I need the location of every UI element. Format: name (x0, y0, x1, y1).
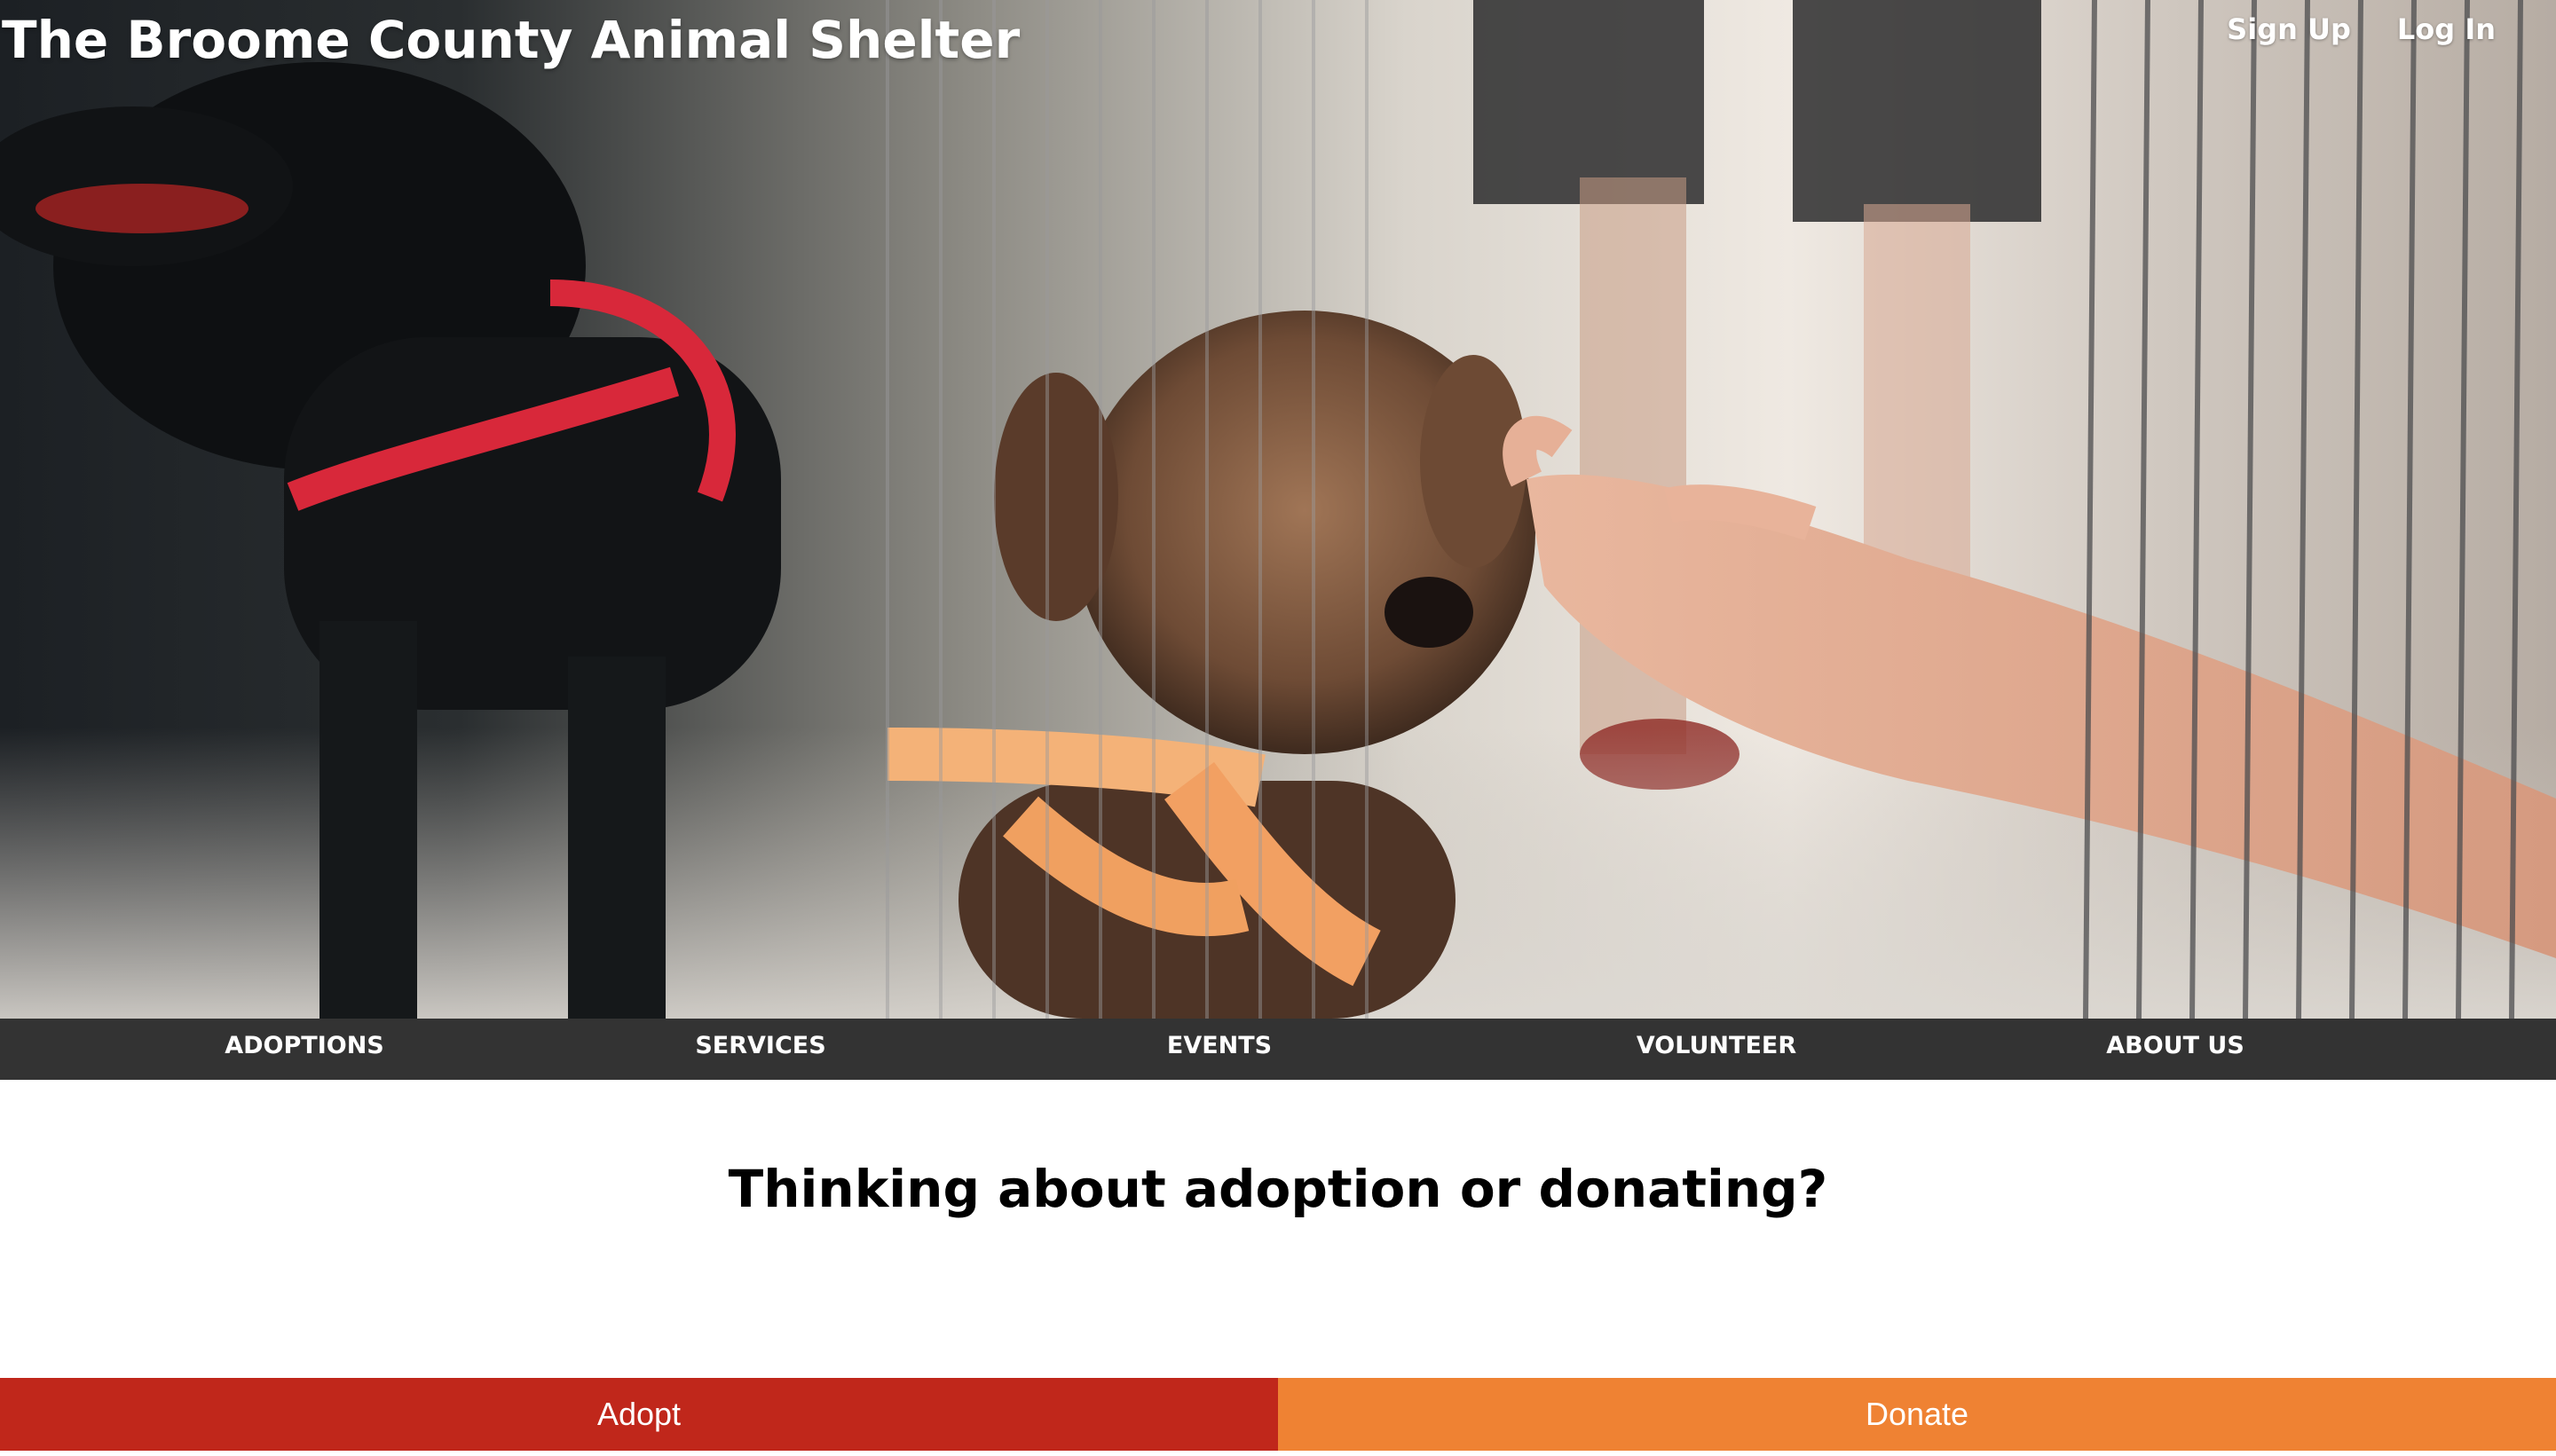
hero-photo (0, 0, 2556, 1019)
adoption-headline: Thinking about adoption or donating? (728, 1159, 1828, 1219)
donate-button[interactable]: Donate (1278, 1378, 2556, 1451)
auth-links: Sign Up Log In (2227, 9, 2496, 50)
site-title: The Broome County Animal Shelter (2, 10, 1021, 70)
nav-item-volunteer[interactable]: VOLUNTEER (1637, 1019, 1796, 1080)
main-nav: ADOPTIONS SERVICES EVENTS VOLUNTEER ABOU… (0, 1019, 2556, 1080)
hero-banner: The Broome County Animal Shelter Sign Up… (0, 0, 2556, 1019)
nav-item-services[interactable]: SERVICES (695, 1019, 825, 1080)
sign-up-link[interactable]: Sign Up (2227, 9, 2351, 50)
log-in-link[interactable]: Log In (2397, 9, 2496, 50)
nav-item-events[interactable]: EVENTS (1167, 1019, 1272, 1080)
nav-item-about-us[interactable]: ABOUT US (2106, 1019, 2244, 1080)
adopt-button[interactable]: Adopt (0, 1378, 1278, 1451)
nav-item-adoptions[interactable]: ADOPTIONS (225, 1019, 384, 1080)
